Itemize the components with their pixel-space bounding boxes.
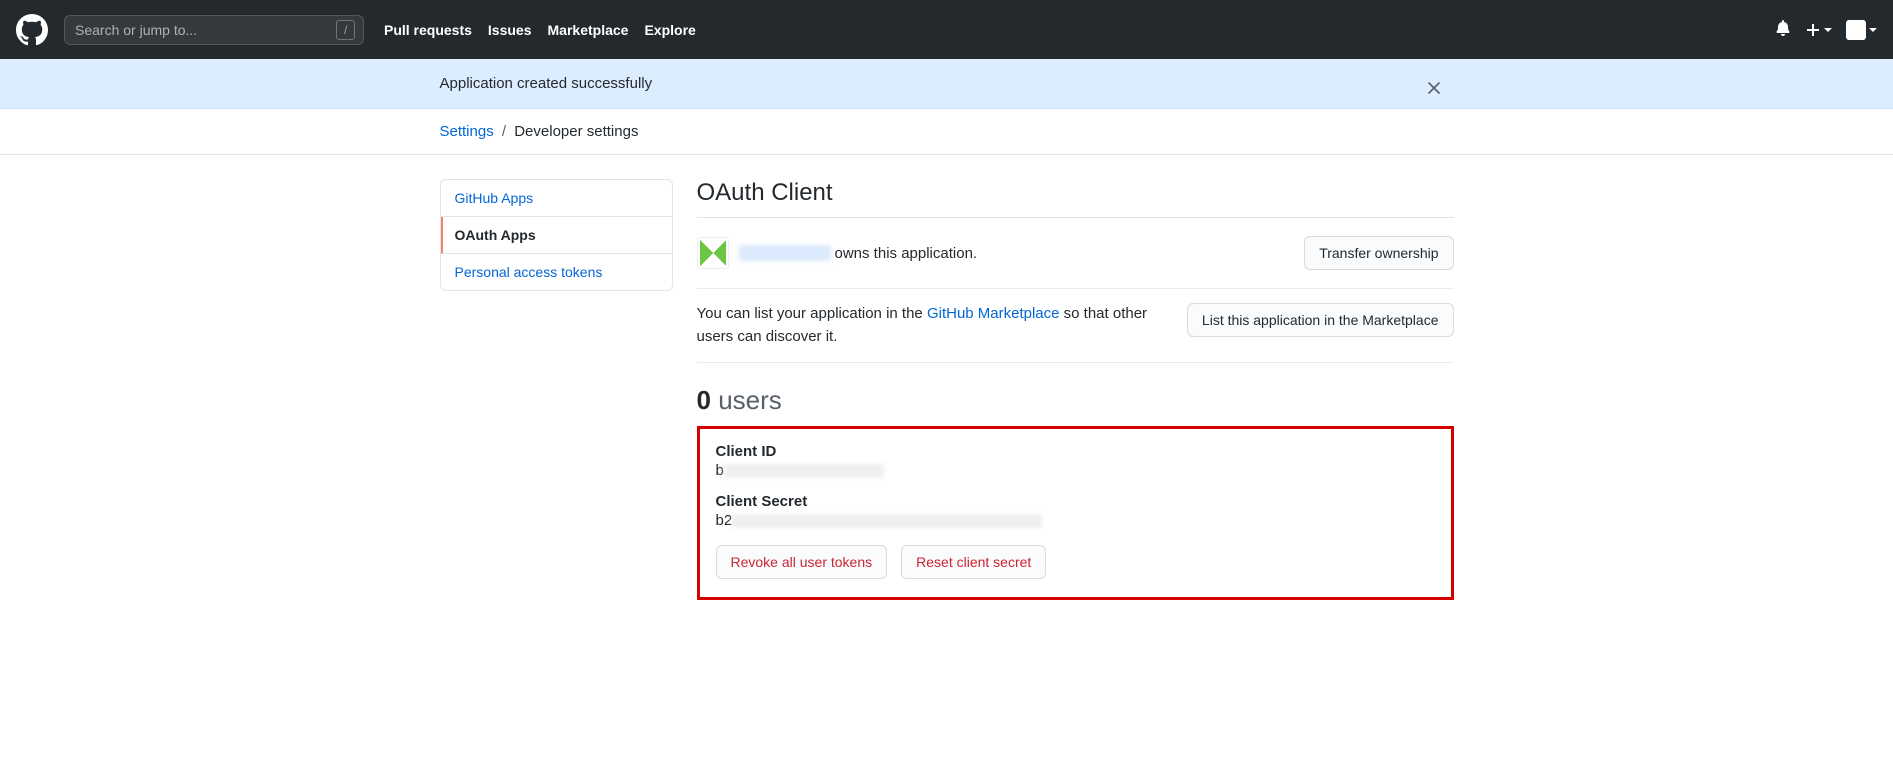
sidebar-item-github-apps[interactable]: GitHub Apps — [441, 180, 672, 217]
danger-actions-row: Revoke all user tokens Reset client secr… — [716, 545, 1435, 579]
breadcrumb-row: Settings / Developer settings — [0, 109, 1893, 155]
client-id-prefix: b — [716, 462, 724, 479]
user-avatar-icon — [1846, 20, 1866, 40]
marketplace-description: You can list your application in the Git… — [697, 303, 1173, 348]
create-new-dropdown[interactable] — [1805, 22, 1832, 38]
sidebar-item-oauth-apps[interactable]: OAuth Apps — [441, 217, 672, 254]
caret-down-icon — [1869, 28, 1877, 32]
owner-name-redacted — [739, 245, 831, 261]
breadcrumb-current: Developer settings — [514, 123, 638, 140]
notifications-button[interactable] — [1775, 20, 1791, 39]
slash-key-hint: / — [336, 20, 355, 40]
nav-explore[interactable]: Explore — [644, 22, 695, 38]
primary-nav: Pull requests Issues Marketplace Explore — [384, 22, 696, 38]
users-label: users — [718, 385, 782, 415]
flash-banner: Application created successfully — [0, 59, 1893, 109]
client-secret-redacted — [732, 514, 1042, 528]
owner-avatar-icon — [697, 237, 729, 269]
nav-pull-requests[interactable]: Pull requests — [384, 22, 472, 38]
caret-down-icon — [1824, 28, 1832, 32]
nav-marketplace[interactable]: Marketplace — [548, 22, 629, 38]
header-right-controls — [1775, 20, 1877, 40]
global-search[interactable]: / — [64, 15, 364, 45]
bell-icon — [1775, 20, 1791, 36]
global-header: / Pull requests Issues Marketplace Explo… — [0, 0, 1893, 59]
client-id-redacted — [724, 464, 884, 478]
flash-message: Application created successfully — [440, 75, 653, 92]
client-id-value: b — [716, 462, 1435, 479]
page-title: OAuth Client — [697, 179, 1454, 218]
transfer-ownership-button[interactable]: Transfer ownership — [1304, 236, 1453, 270]
flash-close-button[interactable] — [1424, 75, 1444, 101]
github-logo[interactable] — [16, 14, 48, 46]
client-secret-value: b2 — [716, 512, 1435, 529]
users-heading: 0 users — [697, 385, 1454, 416]
owner-row: owns this application. Transfer ownershi… — [697, 218, 1454, 289]
github-marketplace-link[interactable]: GitHub Marketplace — [927, 305, 1060, 322]
breadcrumb: Settings / Developer settings — [440, 109, 1454, 154]
user-menu-dropdown[interactable] — [1846, 20, 1877, 40]
github-mark-icon — [16, 14, 48, 46]
marketplace-row: You can list your application in the Git… — [697, 289, 1454, 363]
client-secret-prefix: b2 — [716, 512, 733, 529]
users-count: 0 — [697, 385, 711, 415]
revoke-all-user-tokens-button[interactable]: Revoke all user tokens — [716, 545, 888, 579]
developer-settings-sidebar: GitHub Apps OAuth Apps Personal access t… — [440, 179, 673, 291]
plus-icon — [1805, 22, 1821, 38]
breadcrumb-separator: / — [502, 123, 506, 140]
client-secret-label: Client Secret — [716, 493, 1435, 510]
credentials-highlight-box: Client ID b Client Secret b2 Revoke all … — [697, 426, 1454, 600]
breadcrumb-settings[interactable]: Settings — [440, 123, 494, 140]
close-icon — [1428, 82, 1440, 94]
client-id-label: Client ID — [716, 443, 1435, 460]
marketplace-text-pre: You can list your application in the — [697, 305, 927, 322]
oauth-app-content: OAuth Client owns this application. Tran… — [697, 179, 1454, 600]
sidebar-item-personal-access-tokens[interactable]: Personal access tokens — [441, 254, 672, 290]
reset-client-secret-button[interactable]: Reset client secret — [901, 545, 1046, 579]
list-in-marketplace-button[interactable]: List this application in the Marketplace — [1187, 303, 1454, 337]
nav-issues[interactable]: Issues — [488, 22, 532, 38]
owner-suffix-text: owns this application. — [835, 245, 978, 262]
search-input[interactable] — [73, 21, 336, 39]
